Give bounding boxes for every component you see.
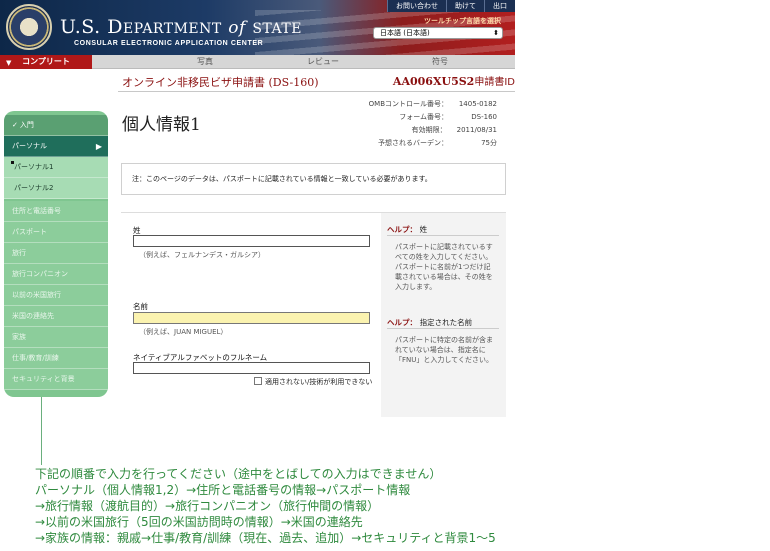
meta-row: OMBコントロール番号： 1405-0182 bbox=[360, 98, 497, 111]
dept-title-b: EPARTMENT bbox=[122, 21, 222, 37]
dept-title-c: STATE bbox=[252, 21, 302, 37]
meta-value: 75分 bbox=[481, 139, 497, 147]
sidebar-item-label: 入門 bbox=[19, 121, 34, 129]
help-divider bbox=[387, 328, 499, 329]
sidebar-item-label: パーソナル bbox=[12, 142, 47, 150]
instruction-line: 下記の順番で入力を行ってください（途中をとばしての入力はできません） bbox=[35, 467, 442, 481]
instruction-line: →旅行情報（渡航目的）→旅行コンパニオン（旅行仲間の情報） bbox=[35, 499, 380, 513]
sidebar-item-personal1[interactable]: パーソナル1 bbox=[4, 157, 108, 178]
application-id-label: 申請書ID bbox=[474, 77, 515, 88]
select-arrow-icon: ⬍ bbox=[493, 29, 499, 37]
help-prefix: ヘルプ： bbox=[387, 225, 417, 234]
sidebar-item-intro[interactable]: ✓ 入門 bbox=[4, 115, 108, 136]
sidebar-item-travel[interactable]: 旅行 bbox=[4, 243, 108, 264]
check-icon: ✓ bbox=[12, 121, 18, 129]
given-name-label: 名前 bbox=[133, 302, 148, 311]
meta-value: 1405-0182 bbox=[458, 100, 497, 108]
step-complete-label: コンプリート bbox=[22, 57, 70, 66]
native-name-input[interactable] bbox=[133, 362, 370, 374]
department-subtitle: CONSULAR ELECTRONIC APPLICATION CENTER bbox=[74, 40, 264, 47]
sidebar-item-previous-travel[interactable]: 以前の米国旅行 bbox=[4, 285, 108, 306]
help-topic: 指定された名前 bbox=[419, 318, 473, 327]
step-complete[interactable]: ▼ コンプリート bbox=[0, 55, 92, 69]
seal-icon bbox=[6, 4, 52, 50]
instruction-line: パーソナル（個人情報1,2）→住所と電話番号の情報→パスポート情報 bbox=[35, 483, 411, 497]
step-sign[interactable]: 符号 bbox=[415, 55, 465, 69]
not-applicable-label: 適用されない/技術が利用できない bbox=[265, 378, 373, 386]
application-id-code: AA006XU5S2 bbox=[392, 75, 475, 88]
language-select[interactable]: 日本語 (日本語) ⬍ bbox=[373, 27, 503, 39]
caret-down-icon: ▼ bbox=[6, 59, 12, 67]
chevron-right-icon: ▶ bbox=[95, 142, 102, 151]
sidebar-item-work[interactable]: 仕事/教育/訓練 bbox=[4, 348, 108, 369]
top-links: お問い合わせ 助けて 出口 bbox=[387, 0, 515, 12]
sidebar-item-address[interactable]: 住所と電話番号 bbox=[4, 201, 108, 222]
meta-key: フォーム番号： bbox=[399, 113, 448, 121]
instructions-note: 下記の順番で入力を行ってください（途中をとばしての入力はできません） パーソナル… bbox=[35, 466, 496, 546]
help-given-text: パスポートに特定の名前が含まれていない場合は、指定名に「FNU」と入力してくださ… bbox=[395, 336, 493, 364]
dept-title-of: of bbox=[228, 18, 246, 38]
language-select-value: 日本語 (日本語) bbox=[380, 29, 430, 37]
meta-row: フォーム番号： DS-160 bbox=[360, 111, 497, 124]
given-name-hint: （例えば、JUAN MIGUEL） bbox=[139, 328, 228, 336]
application-id: AA006XU5S2申請書ID bbox=[393, 73, 515, 88]
contact-link[interactable]: お問い合わせ bbox=[387, 0, 446, 12]
form-fields: 姓 （例えば、フェルナンデス・ガルシア） 名前 （例えば、JUAN MIGUEL… bbox=[121, 213, 381, 418]
bullet-icon bbox=[11, 161, 14, 164]
meta-key: OMBコントロール番号： bbox=[368, 100, 448, 108]
sidebar-item-companions[interactable]: 旅行コンパニオン bbox=[4, 264, 108, 285]
surname-input[interactable] bbox=[133, 235, 370, 247]
instruction-line: →家族の情報：親戚→仕事/教育/訓練（現在、過去、追加）→セキュリティと背景1〜… bbox=[35, 531, 496, 545]
tooltip-language-label: ツールチップ言語を選択 bbox=[424, 17, 501, 25]
passport-notice: 注：このページのデータは、パスポートに記載されている情報と一致している必要があり… bbox=[121, 163, 506, 195]
title-divider bbox=[118, 91, 515, 92]
help-surname-text: パスポートに記載されているすべての姓を入力してください。パスポートに名前が1つだ… bbox=[395, 243, 493, 291]
meta-value: DS-160 bbox=[471, 113, 497, 121]
sidebar-item-us-contact[interactable]: 米国の連絡先 bbox=[4, 306, 108, 327]
meta-key: 予想されるバーデン： bbox=[378, 139, 448, 147]
meta-value: 2011/08/31 bbox=[456, 126, 497, 134]
given-name-input[interactable] bbox=[133, 312, 370, 324]
exit-link[interactable]: 出口 bbox=[484, 0, 515, 12]
department-title: U.S. DEPARTMENT of STATE bbox=[60, 16, 302, 38]
meta-row: 有効期限： 2011/08/31 bbox=[360, 124, 497, 137]
sidebar-item-security[interactable]: セキュリティと背景 bbox=[4, 369, 108, 390]
help-prefix: ヘルプ： bbox=[387, 318, 417, 327]
not-applicable-checkbox[interactable] bbox=[254, 377, 262, 385]
sidebar-item-personal2[interactable]: パーソナル2 bbox=[4, 178, 108, 199]
form-meta: OMBコントロール番号： 1405-0182 フォーム番号： DS-160 有効期限… bbox=[360, 98, 497, 150]
help-surname-heading: ヘルプ： 姓 bbox=[387, 224, 427, 235]
form-panel: 姓 （例えば、フェルナンデス・ガルシア） 名前 （例えば、JUAN MIGUEL… bbox=[121, 212, 506, 418]
progress-bar: ▼ コンプリート 写真 レビュー 符号 bbox=[0, 55, 515, 69]
help-given-heading: ヘルプ： 指定された名前 bbox=[387, 317, 472, 328]
page-title: 個人情報1 bbox=[122, 115, 201, 135]
meta-key: 有効期限： bbox=[411, 126, 447, 134]
site-header: U.S. DEPARTMENT of STATE CONSULAR ELECTR… bbox=[0, 0, 515, 55]
form-title: オンライン非移民ビザ申請書 (DS-160) bbox=[122, 76, 319, 89]
surname-hint: （例えば、フェルナンデス・ガルシア） bbox=[139, 251, 265, 259]
sidebar-nav: ✓ 入門 パーソナル ▶ パーソナル1 パーソナル2 住所と電話番号 パスポート 旅… bbox=[4, 111, 108, 397]
dept-title-a: U.S. D bbox=[60, 16, 123, 38]
instruction-line: →以前の米国旅行（5回の米国訪問時の情報）→米国の連絡先 bbox=[35, 515, 363, 529]
help-link[interactable]: 助けて bbox=[446, 0, 484, 12]
meta-row: 予想されるバーデン： 75分 bbox=[360, 137, 497, 150]
sidebar-item-personal[interactable]: パーソナル ▶ bbox=[4, 136, 108, 157]
sidebar-item-passport[interactable]: パスポート bbox=[4, 222, 108, 243]
sidebar-item-family[interactable]: 家族 bbox=[4, 327, 108, 348]
help-topic: 姓 bbox=[419, 225, 428, 234]
help-divider bbox=[387, 235, 499, 236]
step-review[interactable]: レビュー bbox=[283, 55, 363, 69]
annotation-connector-line bbox=[41, 397, 42, 465]
step-photo[interactable]: 写真 bbox=[160, 55, 250, 69]
